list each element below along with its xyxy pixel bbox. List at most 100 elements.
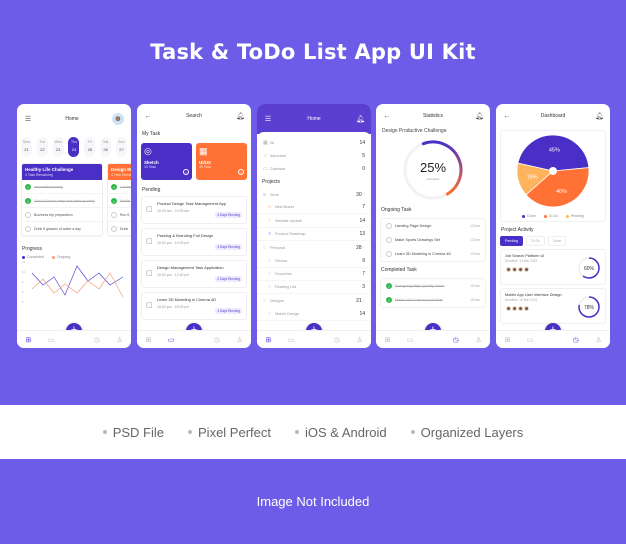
day-chip[interactable]: Mon 21 [21,137,32,157]
ongoing-task-row[interactable]: Make Sports Drawings Set 13 Mar [381,233,485,247]
day-number: 27 [119,147,124,152]
tab-pending[interactable]: Pending [500,236,523,246]
challenge-item[interactable]: ✓ Intermittent fasting [22,180,102,194]
unchecked-icon[interactable] [386,237,392,243]
checked-icon[interactable]: ✓ [25,197,31,204]
project-item[interactable]: ○ Product Roadmap 13 [257,228,371,242]
challenge-item[interactable]: ✓ Get in 8 hours sleep and wake up early [22,194,102,208]
legend-dot [565,214,569,218]
bell-icon[interactable]: 🔔︎ [356,115,365,123]
project-item[interactable]: ○ Fitness 9 [257,254,371,268]
challenge-card[interactable]: Design Mar4 Task Remai✓Landing✓MobileRun… [107,163,131,237]
calendar-icon[interactable]: ▭ [405,336,415,344]
completed-task-row[interactable]: ✓ Designing High-Quality Tasks 15 Mar [381,279,485,293]
arrow-right-icon[interactable]: › [238,169,244,175]
grid-icon[interactable]: ⊞ [382,336,392,344]
project-activity-card[interactable]: Mobile App User Interface Design Deadline… [500,288,606,324]
challenge-item[interactable]: ✓ Mobile [108,194,131,208]
task-category-card[interactable]: ◎ Sketch 10 Task › [141,143,192,180]
project-item[interactable]: ○ New Brand 7 [257,201,371,215]
completed-list: ✓ Designing High-Quality Tasks 15 Mar ✓ Make… [380,278,486,308]
arrow-right-icon[interactable]: › [183,169,189,175]
task-label: Landing Page Design [395,224,432,228]
project-item[interactable]: ○ Groceries 7 [257,268,371,281]
ongoing-label: Ongoing Task [381,207,412,213]
pending-task-card[interactable]: ▢ Product Design Task Management App 10:00… [141,196,247,224]
unchecked-icon[interactable] [386,251,392,257]
clock-icon[interactable]: ◷ [571,336,581,344]
chevron-icon[interactable]: ‹ [364,192,365,197]
project-activity-card[interactable]: Job Search Platform UI Deadline: 14 Mar 2… [500,249,606,285]
project-item[interactable]: ○ Reading List 3 [257,281,371,295]
pending-task-card[interactable]: ▢ Design Management Task Application 10:00… [141,260,247,288]
user-icon[interactable]: ♙ [115,336,125,344]
menu-row[interactable]: ▦ All 14 [257,136,371,149]
tab-done[interactable]: Done [548,236,567,246]
chevron-icon[interactable]: ‹ [364,298,365,303]
checked-icon[interactable]: ✓ [386,283,392,289]
project-item[interactable]: ○ Mobile Design 14 [257,308,371,321]
user-icon[interactable]: ♙ [474,336,484,344]
day-chip[interactable]: Thu 24 [68,137,80,157]
bell-icon[interactable]: 🔔︎ [236,112,245,120]
checked-icon[interactable]: ✓ [111,197,117,204]
project-group[interactable]: ○ Personal 28 ‹ [257,241,371,254]
challenge-item[interactable]: Drink [108,222,131,236]
challenge-item[interactable]: Drink 8 glasses of water a day [22,222,102,236]
day-chip[interactable]: Fri 25 [84,137,96,157]
menu-row[interactable]: ☆ Important 5 [257,149,371,162]
calendar-icon[interactable]: ▭ [46,336,56,344]
challenge-item[interactable]: ✓Landing [108,180,131,194]
day-chip[interactable]: Sat 26 [100,137,112,157]
checked-icon[interactable]: ✓ [25,183,31,190]
unchecked-icon[interactable] [111,225,117,232]
menu-row[interactable]: ▭ Calendar 0 [257,163,371,176]
calendar-icon[interactable]: ▭ [525,336,535,344]
checked-icon[interactable]: ✓ [111,183,117,190]
user-icon[interactable]: ♙ [594,336,604,344]
grid-icon[interactable]: ⊞ [263,336,273,344]
task-category-card[interactable]: ▦ UI/UX 30 Task › [196,143,247,180]
calendar-icon[interactable]: ▭ [166,336,176,344]
unchecked-icon[interactable] [111,211,117,218]
challenge-item[interactable]: Business trip preparation [22,208,102,222]
user-icon[interactable]: ♙ [355,336,365,344]
grid-icon[interactable]: ⊞ [502,336,512,344]
clock-icon[interactable]: ◷ [212,336,222,344]
clock-icon[interactable]: ◷ [332,336,342,344]
day-chip[interactable]: Tue 22 [36,137,48,157]
bell-icon[interactable]: 🔔︎ [595,112,604,120]
day-chip[interactable]: Wed 23 [52,137,64,157]
completed-task-row[interactable]: ✓ Make 160 Custom Icon Sets 15 Mar [381,293,485,307]
unchecked-icon[interactable] [25,225,31,232]
pending-task-card[interactable]: ▢ Learn 3D Modeling in Cinema 4D 16:00 pm … [141,292,247,320]
project-group[interactable]: ○ Work 30 ‹ [257,188,371,201]
chevron-icon[interactable]: ‹ [364,245,365,250]
ongoing-task-row[interactable]: Landing Page Design 13 Mar [381,219,485,233]
legend-label: To Do [548,214,558,218]
bell-icon[interactable]: 🔔︎ [475,112,484,120]
user-icon[interactable]: ♙ [235,336,245,344]
challenge-card[interactable]: Healthy Life Challenge 4 Task Remaining ✓ I… [21,163,103,237]
clock-icon[interactable]: ◷ [451,336,461,344]
project-group[interactable]: ○ Designs 21 ‹ [257,294,371,307]
pending-task-card[interactable]: ▢ Packing & Branding Full Design 10:00 pm … [141,228,247,256]
checked-icon[interactable]: ✓ [386,297,392,303]
unchecked-icon[interactable] [386,223,392,229]
hamburger-icon[interactable]: ☰ [264,115,272,123]
ongoing-task-row[interactable]: Learn 3D Modeling in Cinema 4D 13 Mar [381,247,485,261]
back-arrow-icon[interactable]: ← [503,113,511,120]
day-chip[interactable]: Sun 27 [115,137,127,157]
grid-icon[interactable]: ⊞ [23,336,33,344]
back-arrow-icon[interactable]: ← [383,113,391,120]
calendar-icon[interactable]: ▭ [286,336,296,344]
tab-to-do[interactable]: To Do [525,236,546,246]
grid-icon[interactable]: ⊞ [143,336,153,344]
hamburger-icon[interactable]: ☰ [24,115,32,123]
back-arrow-icon[interactable]: ← [144,113,152,120]
project-item[interactable]: ○ Website Update 14 [257,214,371,228]
clock-icon[interactable]: ◷ [92,336,102,344]
unchecked-icon[interactable] [25,211,31,218]
challenge-item[interactable]: Run 5 [108,208,131,222]
avatar[interactable]: ☻ [112,113,124,125]
